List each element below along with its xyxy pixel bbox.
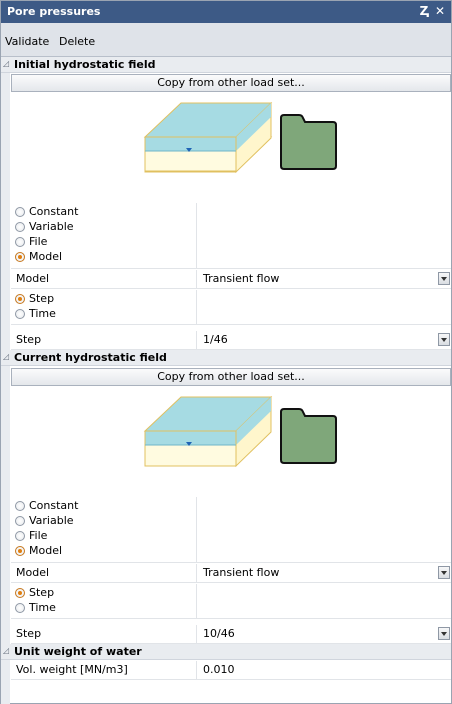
dropdown-arrow-icon[interactable] — [438, 566, 450, 579]
initial-step-row: Step 1/46 — [11, 331, 451, 350]
delete-button[interactable]: Delete — [59, 35, 95, 48]
initial-copy-from-load-set-button[interactable]: Copy from other load set... — [11, 74, 451, 92]
validate-button[interactable]: Validate — [5, 35, 49, 48]
section-initial-title: Initial hydrostatic field — [14, 58, 156, 71]
initial-model-label: Model — [16, 272, 50, 285]
current-step-value[interactable]: 10/46 — [203, 627, 235, 640]
current-step-time-row: Step Time — [11, 584, 451, 619]
panel-titlebar: Pore pressures Ⱬ ✕ — [1, 1, 451, 23]
pore-pressures-panel: Pore pressures Ⱬ ✕ Validate Delete ◿ Ini… — [0, 0, 452, 704]
soil-block-icon — [143, 101, 337, 174]
current-model-label: Model — [16, 566, 50, 579]
current-model-row: Model Transient flow — [11, 564, 451, 583]
folder-icon — [280, 114, 337, 170]
section-unit-weight-title: Unit weight of water — [14, 645, 142, 658]
dropdown-arrow-icon[interactable] — [438, 333, 450, 346]
collapse-triangle-icon[interactable]: ◿ — [3, 646, 9, 655]
vol-weight-label: Vol. weight [MN/m3] — [16, 663, 128, 676]
initial-model-row: Model Transient flow — [11, 270, 451, 289]
pin-icon[interactable]: Ⱬ — [417, 3, 431, 19]
current-model-value[interactable]: Transient flow — [203, 566, 279, 579]
section-current-header[interactable]: ◿ Current hydrostatic field — [1, 350, 451, 366]
current-step-row: Step 10/46 — [11, 625, 451, 644]
current-copy-from-load-set-button[interactable]: Copy from other load set... — [11, 368, 451, 386]
section-initial-header[interactable]: ◿ Initial hydrostatic field — [1, 57, 451, 73]
vol-weight-value[interactable]: 0.010 — [203, 663, 235, 676]
soil-block-icon — [143, 395, 337, 468]
initial-step-time-row: Step Time — [11, 290, 451, 325]
current-source-row: Constant Variable File Model — [11, 497, 451, 563]
dropdown-arrow-icon[interactable] — [438, 272, 450, 285]
toolbar: Validate Delete — [1, 23, 451, 57]
folder-icon — [280, 408, 337, 464]
initial-illustration — [11, 93, 451, 185]
collapse-triangle-icon[interactable]: ◿ — [3, 352, 9, 361]
panel-title: Pore pressures — [7, 5, 101, 18]
current-step-label: Step — [16, 627, 42, 640]
section-current-title: Current hydrostatic field — [14, 351, 167, 364]
initial-source-row: Constant Variable File Model — [11, 203, 451, 269]
vol-weight-row: Vol. weight [MN/m3] 0.010 — [11, 661, 451, 680]
initial-model-value[interactable]: Transient flow — [203, 272, 279, 285]
property-grid: ◿ Initial hydrostatic field Copy from ot… — [1, 57, 451, 704]
initial-step-value[interactable]: 1/46 — [203, 333, 228, 346]
close-icon[interactable]: ✕ — [433, 3, 447, 19]
section-unit-weight-header[interactable]: ◿ Unit weight of water — [1, 644, 451, 660]
initial-step-label: Step — [16, 333, 42, 346]
dropdown-arrow-icon[interactable] — [438, 627, 450, 640]
current-illustration — [11, 387, 451, 479]
grid-left-margin — [1, 57, 10, 704]
collapse-triangle-icon[interactable]: ◿ — [3, 59, 9, 68]
